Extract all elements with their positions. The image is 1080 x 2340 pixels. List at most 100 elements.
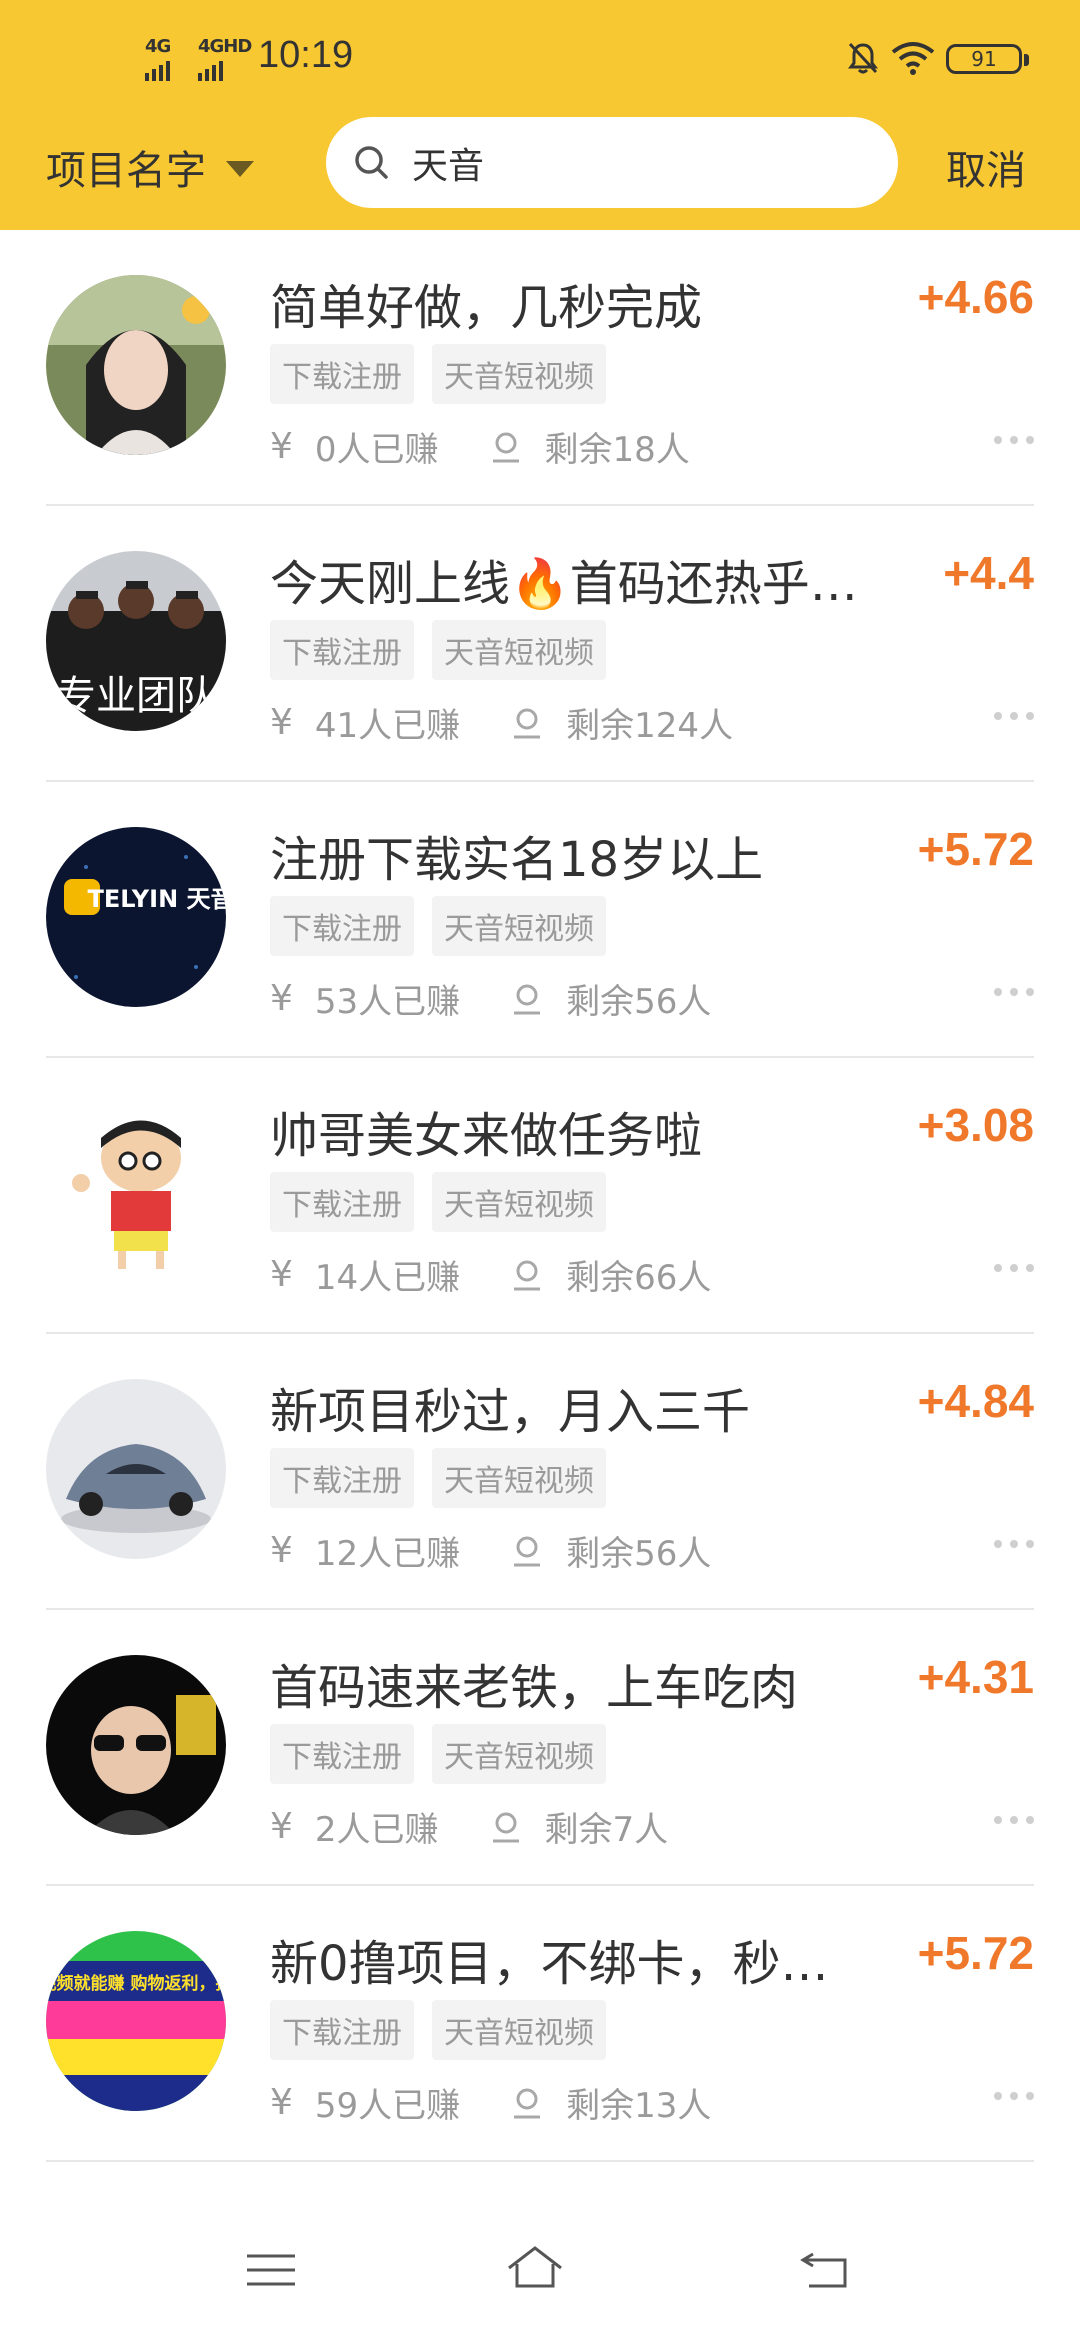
item-price: +4.66 — [917, 271, 1034, 323]
item-price: +4.4 — [943, 547, 1034, 599]
project-name-selector[interactable]: 项目名字 — [46, 138, 254, 196]
list-item[interactable]: TELYIN 天音 注册下载实名18岁以上 +5.72 下载注册 天音短视频 ¥… — [0, 782, 1080, 1058]
item-tag: 下载注册 — [270, 2000, 414, 2060]
item-title: 帅哥美女来做任务啦 — [270, 1108, 703, 1164]
status-time: 10:19 — [258, 34, 354, 76]
yen-icon: ¥ — [270, 2082, 293, 2123]
earned-count: 14人已赚 — [314, 1258, 461, 1298]
item-tag: 天音短视频 — [432, 344, 606, 404]
item-tag: 天音短视频 — [432, 1172, 606, 1232]
list-item[interactable]: 专业团队 今天刚上线🔥首码还热乎… +4.4 下载注册 天音短视频 ¥ 41人已… — [0, 506, 1080, 782]
signal-icon-1: 4G — [145, 36, 171, 81]
item-title: 注册下载实名18岁以上 — [270, 832, 764, 888]
avatar: 专业团队 — [46, 551, 226, 731]
item-price: +5.72 — [917, 823, 1034, 875]
item-tag: 下载注册 — [270, 1172, 414, 1232]
earned-count: 12人已赚 — [314, 1534, 461, 1574]
selector-label: 项目名字 — [46, 148, 206, 194]
yen-icon: ¥ — [270, 426, 293, 467]
item-title: 首码速来老铁，上车吃肉 — [270, 1660, 799, 1716]
avatar-text: TELYIN 天音 — [87, 885, 226, 913]
more-dots-icon[interactable] — [994, 2092, 1034, 2100]
list-item[interactable]: 简单好做，几秒完成 +4.66 下载注册 天音短视频 ¥ 0人已赚 剩余18人 — [0, 230, 1080, 506]
item-tag: 天音短视频 — [432, 1448, 606, 1508]
item-price: +4.31 — [917, 1651, 1034, 1703]
search-value: 天音 — [412, 145, 485, 187]
item-tag: 下载注册 — [270, 1724, 414, 1784]
signal-icon-2: 4GHD — [198, 36, 252, 81]
app-header: 4G 4GHD 10:19 91 项目名字 天音 取消 — [0, 0, 1080, 230]
avatar — [46, 1103, 226, 1283]
remaining-count: 剩余56人 — [566, 982, 712, 1022]
remaining-count: 剩余13人 — [566, 2086, 712, 2126]
item-tag: 天音短视频 — [432, 620, 606, 680]
remaining-count: 剩余56人 — [566, 1534, 712, 1574]
task-list: 简单好做，几秒完成 +4.66 下载注册 天音短视频 ¥ 0人已赚 剩余18人 — [0, 230, 1080, 2290]
more-dots-icon[interactable] — [994, 712, 1034, 720]
item-price: +4.84 — [917, 1375, 1034, 1427]
item-tag: 天音短视频 — [432, 896, 606, 956]
wifi-icon — [891, 42, 935, 75]
divider — [46, 2160, 1034, 2162]
item-title: 简单好做，几秒完成 — [270, 280, 703, 336]
earned-count: 59人已赚 — [314, 2086, 461, 2126]
remaining-count: 剩余124人 — [566, 706, 734, 746]
item-price: +3.08 — [917, 1099, 1034, 1151]
avatar — [46, 1655, 226, 1835]
more-dots-icon[interactable] — [994, 436, 1034, 444]
more-dots-icon[interactable] — [994, 1816, 1034, 1824]
list-item[interactable]: 首码速来老铁，上车吃肉 +4.31 下载注册 天音短视频 ¥ 2人已赚 剩余7人 — [0, 1610, 1080, 1886]
earned-count: 2人已赚 — [314, 1810, 439, 1850]
list-item[interactable]: 帅哥美女来做任务啦 +3.08 下载注册 天音短视频 ¥ 14人已赚 剩余66人 — [0, 1058, 1080, 1334]
more-dots-icon[interactable] — [994, 1264, 1034, 1272]
person-icon — [492, 1812, 519, 1842]
person-icon — [514, 1536, 541, 1566]
battery-indicator: 91 — [946, 44, 1029, 74]
person-icon — [514, 2088, 541, 2118]
earned-count: 0人已赚 — [314, 430, 439, 470]
person-icon — [492, 432, 519, 462]
earned-count: 41人已赚 — [314, 706, 461, 746]
item-tag: 下载注册 — [270, 1448, 414, 1508]
earned-count: 53人已赚 — [314, 982, 461, 1022]
remaining-count: 剩余7人 — [544, 1810, 669, 1850]
yen-icon: ¥ — [270, 1530, 293, 1571]
item-title: 新项目秒过，月入三千 — [270, 1384, 751, 1440]
yen-icon: ¥ — [270, 1806, 293, 1847]
avatar-text: 专业团队 — [56, 673, 216, 719]
list-item[interactable]: 两分钟视频就能赚 购物返利，推广分红 新0撸项目，不绑卡，秒… +5.72 下载… — [0, 1886, 1080, 2162]
item-tag: 下载注册 — [270, 344, 414, 404]
more-dots-icon[interactable] — [994, 988, 1034, 996]
search-icon — [355, 145, 388, 179]
back-icon[interactable] — [795, 2240, 855, 2300]
yen-icon: ¥ — [270, 1254, 293, 1295]
bell-off-icon — [848, 42, 878, 74]
menu-icon[interactable] — [241, 2240, 301, 2300]
home-icon[interactable] — [505, 2240, 565, 2300]
item-tag: 天音短视频 — [432, 2000, 606, 2060]
item-title: 今天刚上线🔥首码还热乎… — [270, 556, 858, 612]
cancel-button[interactable]: 取消 — [946, 138, 1026, 196]
item-tag: 下载注册 — [270, 620, 414, 680]
item-title: 新0撸项目，不绑卡，秒… — [270, 1936, 829, 1992]
avatar — [46, 1379, 226, 1559]
status-bar: 4G 4GHD 10:19 91 — [0, 0, 1080, 110]
avatar — [46, 275, 226, 455]
system-nav-bar — [0, 2200, 1080, 2340]
search-input[interactable]: 天音 — [326, 117, 898, 208]
yen-icon: ¥ — [270, 978, 293, 1019]
avatar: TELYIN 天音 — [46, 827, 226, 1007]
remaining-count: 剩余18人 — [544, 430, 690, 470]
item-price: +5.72 — [917, 1927, 1034, 1979]
person-icon — [514, 1260, 541, 1290]
item-tag: 下载注册 — [270, 896, 414, 956]
avatar: 两分钟视频就能赚 购物返利，推广分红 — [46, 1931, 226, 2111]
yen-icon: ¥ — [270, 702, 293, 743]
person-icon — [514, 984, 541, 1014]
caret-down-icon — [226, 161, 254, 177]
more-dots-icon[interactable] — [994, 1540, 1034, 1548]
person-icon — [514, 708, 541, 738]
avatar-text: 两分钟视频就能赚 购物返利，推广分红 — [46, 1973, 226, 1994]
list-item[interactable]: 新项目秒过，月入三千 +4.84 下载注册 天音短视频 ¥ 12人已赚 剩余56… — [0, 1334, 1080, 1610]
item-tag: 天音短视频 — [432, 1724, 606, 1784]
